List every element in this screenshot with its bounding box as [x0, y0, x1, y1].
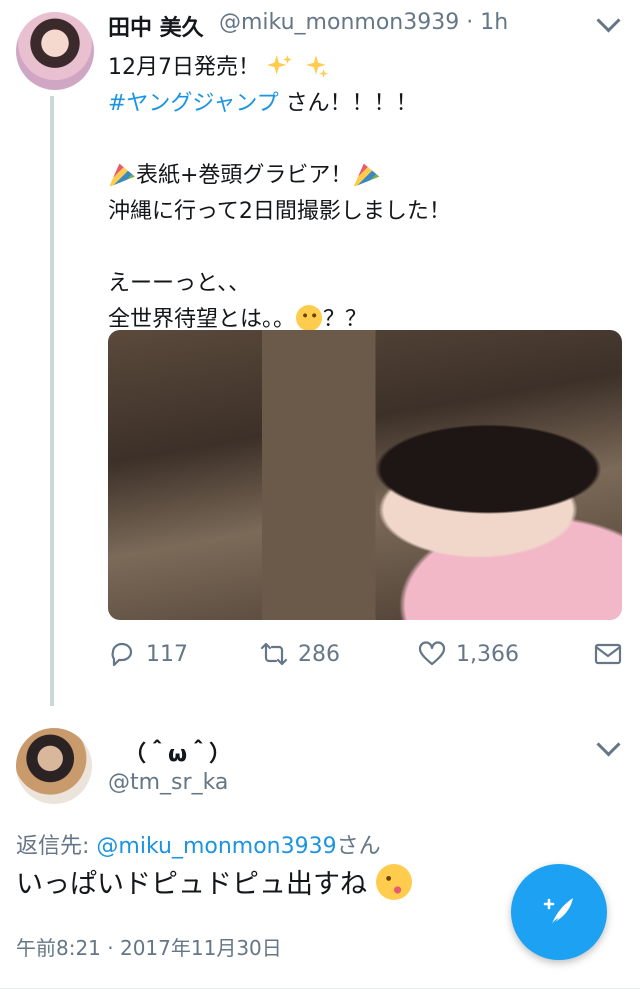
reply-icon — [111, 642, 133, 667]
tweet-line-6-text: 全世界待望とは。。 — [108, 307, 296, 332]
chevron-down-icon[interactable] — [596, 8, 621, 33]
reply-author-name[interactable]: （＾ω＾） — [124, 736, 231, 768]
reply-body: いっぱいドピュドピュ出すね — [16, 862, 412, 901]
retweet-button[interactable]: 286 — [260, 640, 340, 668]
tweet-author-name[interactable]: 田中 美久 — [108, 10, 204, 42]
tweet-line-5: えーーっと、、 — [108, 271, 251, 296]
tweet-line-2-text: さん！！！！ — [278, 91, 418, 116]
tweet-line-6-end: ？？ — [323, 307, 368, 332]
hashtag-link[interactable]: #ヤングジャンプ — [108, 91, 279, 116]
divider — [0, 988, 640, 989]
reply-text: いっぱいドピュドピュ出すね — [16, 869, 367, 900]
like-button[interactable]: 1,366 — [418, 640, 519, 668]
sparkles-icon — [268, 55, 292, 75]
direct-message-button[interactable] — [594, 640, 632, 668]
thinking-face-icon — [296, 305, 323, 331]
sparkles-icon — [306, 55, 328, 78]
reply-author-avatar[interactable] — [16, 728, 92, 804]
chevron-down-icon[interactable] — [596, 732, 621, 757]
tweet-time-ago: 1h — [480, 10, 509, 35]
direct-message-icon — [594, 643, 622, 665]
like-icon — [418, 641, 446, 666]
tweet-photo[interactable] — [108, 330, 622, 620]
tweet-line-3: 表紙+巻頭グラビア！ — [108, 158, 451, 194]
tweet-line-4: 沖縄に行って2日間撮影しました！ — [108, 199, 451, 224]
tweet-line-1: 12月7日発売！ — [108, 50, 451, 86]
party-popper-icon — [353, 163, 380, 187]
tweet-time-separator: · — [466, 10, 474, 35]
tweet-author-handle-time[interactable]: @miku_monmon3939 · 1h — [219, 10, 508, 35]
tweet-line-2: #ヤングジャンプ さん！！！！ — [108, 86, 451, 122]
like-count: 1,366 — [456, 641, 519, 667]
tweet-line-1-text: 12月7日発売！ — [108, 55, 260, 80]
reply-to-suffix: さん — [336, 834, 381, 859]
reply-button[interactable]: 117 — [108, 640, 188, 668]
retweet-count: 286 — [298, 641, 340, 667]
reply-to-label: 返信先: — [16, 834, 97, 859]
reply-timestamp: 午前8:21 · 2017年11月30日 — [16, 936, 282, 960]
tweet-author-handle: @miku_monmon3939 — [219, 10, 460, 35]
tweet-actions: 117 286 1,366 — [108, 640, 628, 670]
kissing-face-icon — [375, 864, 412, 900]
compose-icon — [543, 898, 573, 926]
reply-author-handle[interactable]: @tm_sr_ka — [108, 770, 228, 795]
reply-count: 117 — [146, 641, 188, 667]
author-avatar[interactable] — [16, 12, 94, 90]
retweet-icon — [260, 642, 288, 666]
tweet-body: 12月7日発売！ #ヤングジャンプ さん！！！！ 表紙+巻頭グラビア！ 沖縄に行… — [108, 50, 451, 338]
tweet-line-3-text: 表紙+巻頭グラビア！ — [136, 163, 353, 188]
party-popper-icon — [109, 163, 135, 187]
thread-connector-line — [50, 96, 54, 706]
compose-button[interactable] — [511, 864, 607, 960]
reply-to-line: 返信先: @miku_monmon3939さん — [16, 828, 381, 860]
reply-to-mention[interactable]: @miku_monmon3939 — [96, 834, 336, 859]
